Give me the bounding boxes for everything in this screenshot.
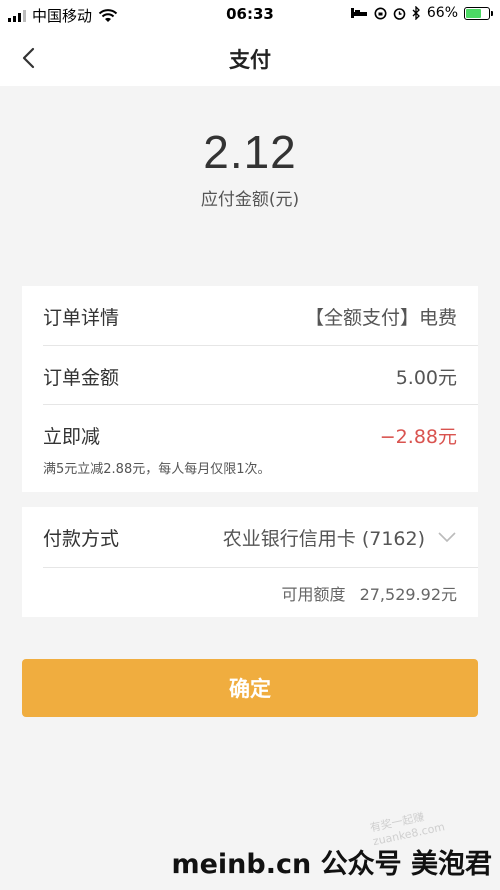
nav-bar: 支付: [0, 30, 500, 86]
discount-label: 立即减: [43, 425, 101, 448]
battery-icon: [464, 6, 493, 20]
payment-method-row[interactable]: 付款方式 农业银行信用卡 (7162): [43, 519, 457, 555]
discount-note: 满5元立减2.88元，每人每月仅限1次。: [43, 462, 271, 477]
order-detail-value: 【全额支付】电费: [304, 306, 457, 329]
order-detail-label: 订单详情: [43, 306, 120, 329]
credit-limit-row: 可用额度 27,529.92元: [282, 581, 457, 605]
discount-value: −2.88元: [379, 425, 457, 448]
credit-limit-label: 可用额度: [281, 585, 346, 604]
status-bar: 中国移动 06:33 66%: [0, 0, 500, 30]
payment-method-selector[interactable]: 农业银行信用卡 (7162): [223, 524, 457, 551]
payment-card: 付款方式 农业银行信用卡 (7162) 可用额度 27,529.92元: [22, 507, 478, 617]
divider: [43, 404, 478, 405]
divider: [43, 345, 478, 346]
watermark-diagonal: 有奖一起赚 zuanke8.com: [368, 810, 447, 849]
order-amount-row: 订单金额 5.00元: [43, 358, 457, 394]
page-title: 支付: [229, 48, 271, 72]
payment-method-value: 农业银行信用卡 (7162): [222, 527, 425, 550]
confirm-button[interactable]: 确定: [22, 659, 478, 717]
order-amount-label: 订单金额: [43, 366, 120, 389]
order-amount-value: 5.00元: [395, 366, 457, 389]
battery-percent: 66%: [426, 5, 458, 21]
order-card: 订单详情 【全额支付】电费 订单金额 5.00元 立即减 −2.88元 满5元立…: [22, 286, 478, 492]
order-detail-row: 订单详情 【全额支付】电费: [43, 298, 457, 334]
discount-row: 立即减 −2.88元: [43, 417, 457, 453]
battery-level: [466, 8, 481, 18]
divider: [43, 567, 478, 568]
credit-limit-value: 27,529.92元: [359, 585, 457, 604]
alarm-icon: [393, 7, 406, 20]
bluetooth-icon: [412, 6, 420, 20]
watermark-text: meinb.cn 公众号 美泡君: [171, 849, 492, 880]
payment-method-label: 付款方式: [43, 527, 120, 550]
payable-amount: 2.12: [203, 126, 297, 178]
payable-amount-label: 应付金额(元): [200, 190, 300, 210]
bed-icon: [350, 8, 367, 18]
status-right: 66%: [350, 5, 493, 21]
lock-rotation-icon: [374, 7, 387, 19]
chevron-down-icon: [438, 532, 456, 543]
